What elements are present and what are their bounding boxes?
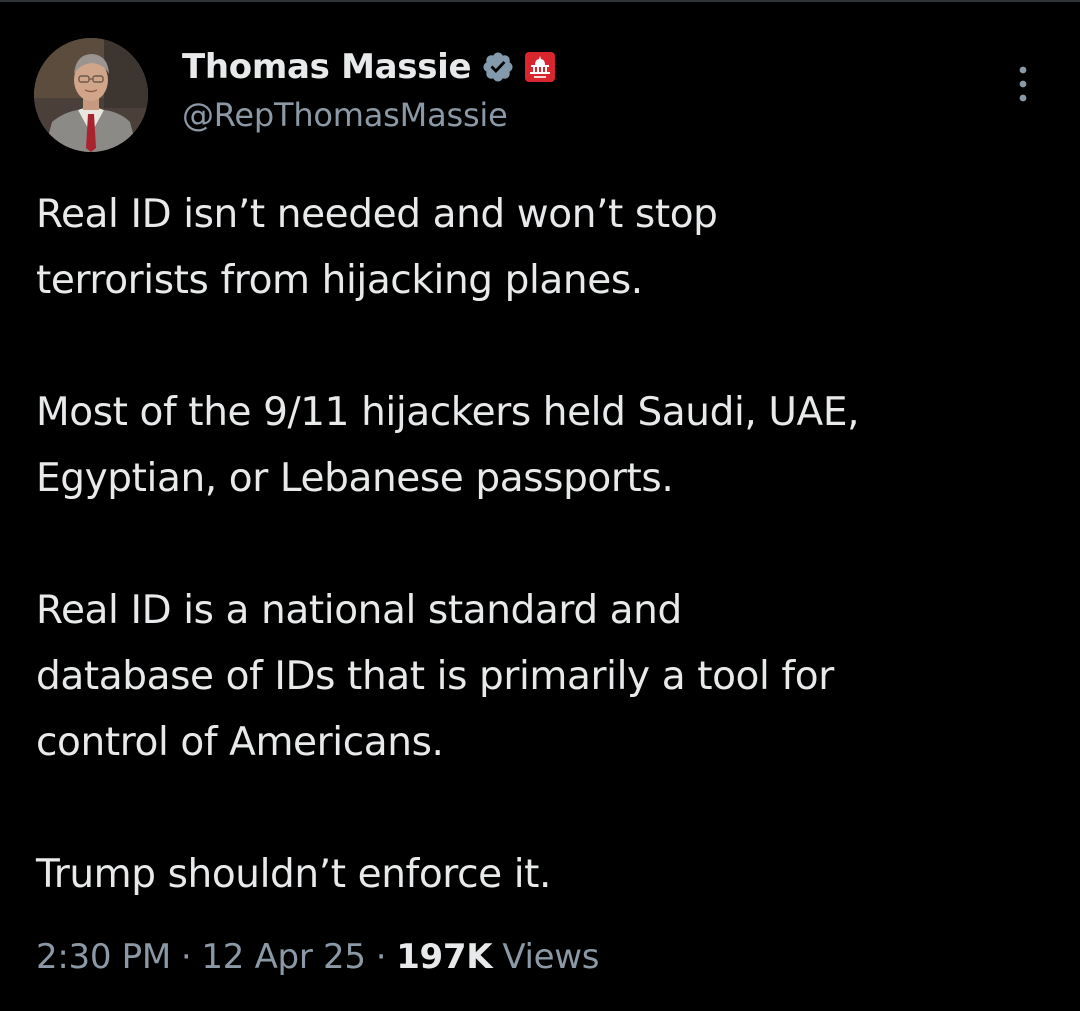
- tweet-paragraph: Real ID isn’t needed and won’t stop terr…: [36, 182, 1046, 314]
- avatar-photo: [34, 38, 148, 152]
- views-label[interactable]: Views: [502, 937, 599, 977]
- tweet-line: Real ID is a national standard and: [36, 588, 682, 633]
- tweet-paragraph: Trump shouldn’t enforce it.: [36, 842, 1046, 908]
- tweet-line: terrorists from hijacking planes.: [36, 258, 643, 303]
- tweet-detail: Thomas Massie @RepThomasMassie Real ID i…: [0, 0, 1080, 1011]
- avatar[interactable]: [34, 38, 148, 152]
- tweet-date[interactable]: 12 Apr 25: [201, 937, 366, 977]
- tweet-paragraph: Real ID is a national standard and datab…: [36, 578, 1046, 776]
- display-name[interactable]: Thomas Massie: [182, 47, 472, 87]
- tweet-line: Egyptian, or Lebanese passports.: [36, 456, 674, 501]
- tweet-text: Real ID isn’t needed and won’t stop terr…: [36, 182, 1046, 908]
- tweet-line: Most of the 9/11 hijackers held Saudi, U…: [36, 390, 860, 435]
- more-options-icon[interactable]: [1008, 62, 1038, 106]
- tweet-line: Trump shouldn’t enforce it.: [36, 852, 552, 897]
- us-capitol-icon[interactable]: [525, 52, 556, 82]
- tweet-meta: 2:30 PM · 12 Apr 25 · 197K Views: [36, 933, 600, 981]
- tweet-line: database of IDs that is primarily a tool…: [36, 654, 834, 699]
- views-count[interactable]: 197K: [396, 937, 492, 977]
- meta-separator: ·: [180, 937, 192, 977]
- tweet-line: Real ID isn’t needed and won’t stop: [36, 192, 718, 237]
- handle[interactable]: @RepThomasMassie: [182, 96, 508, 134]
- tweet-line: control of Americans.: [36, 720, 444, 765]
- tweet-paragraph: Most of the 9/11 hijackers held Saudi, U…: [36, 380, 1046, 512]
- meta-separator: ·: [375, 937, 387, 977]
- tweet-time[interactable]: 2:30 PM: [36, 937, 171, 977]
- top-divider: [0, 0, 1080, 2]
- display-name-row: Thomas Massie: [182, 44, 556, 90]
- verified-badge-icon[interactable]: [481, 50, 515, 84]
